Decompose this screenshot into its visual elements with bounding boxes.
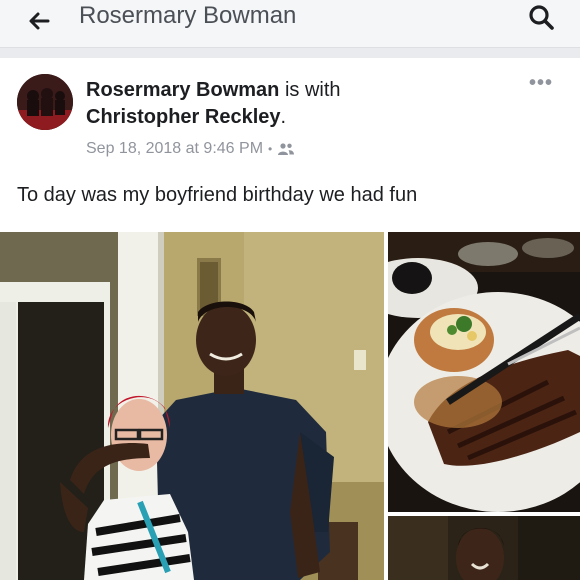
author-name-link[interactable]: Rosermary Bowman: [86, 79, 279, 101]
timestamp[interactable]: Sep 18, 2018 at 9:46 PM: [86, 140, 263, 158]
tagged-person-link[interactable]: Christopher Reckley: [86, 106, 281, 128]
post-options-button[interactable]: •••: [529, 72, 553, 95]
arrow-left-icon: [29, 12, 50, 30]
post-photo-couple[interactable]: [0, 232, 384, 580]
post-photo-man[interactable]: [388, 516, 580, 580]
headline-period: .: [280, 106, 287, 128]
search-button[interactable]: [526, 2, 556, 32]
post-meta: Sep 18, 2018 at 9:46 PM •: [86, 140, 295, 158]
post-card: Rosermary Bowman is with Christopher Rec…: [0, 58, 580, 580]
post-text: To day was my boyfriend birthday we had …: [17, 184, 418, 206]
section-divider: [0, 48, 580, 58]
top-bar: Rosermary Bowman: [0, 0, 580, 48]
with-text: is with: [279, 79, 341, 101]
page-title: Rosermary Bowman: [79, 2, 297, 29]
search-icon: [529, 5, 554, 30]
back-button[interactable]: [24, 6, 54, 36]
friends-icon: [278, 143, 295, 155]
avatar[interactable]: [17, 74, 73, 130]
meta-separator: •: [268, 142, 273, 156]
post-photo-steak[interactable]: [388, 232, 580, 512]
post-headline: Rosermary Bowman is with Christopher Rec…: [86, 77, 506, 131]
